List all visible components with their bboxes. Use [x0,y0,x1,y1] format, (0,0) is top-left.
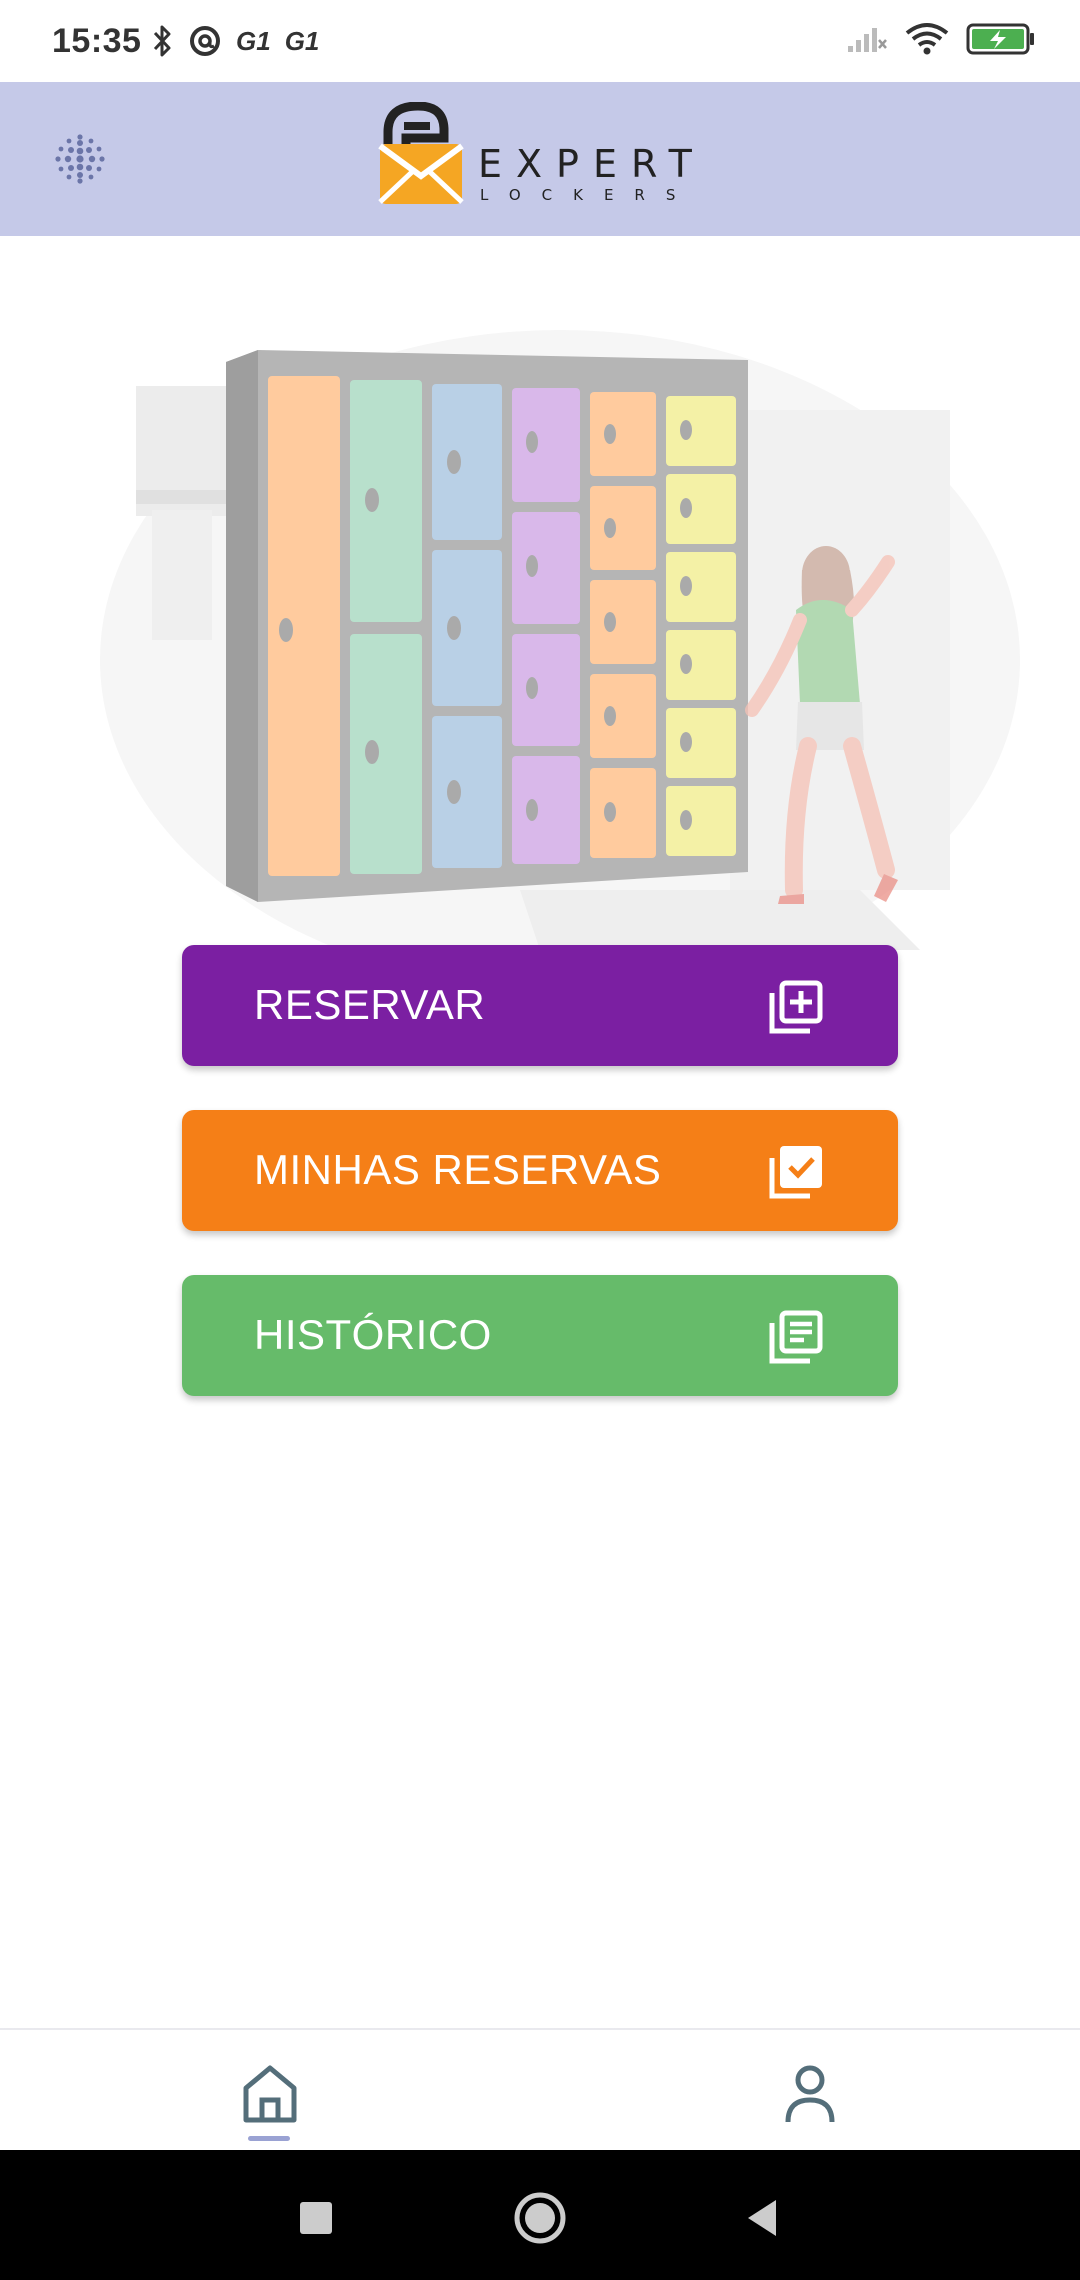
lockers-illustration [100,330,1020,950]
status-time: 15:35 [52,22,142,60]
minhas-reservas-button[interactable]: MINHAS RESERVAS [182,1110,898,1231]
home-icon[interactable] [230,2056,310,2128]
status-icons-left: G1 G1 [152,24,319,58]
carrier-label-2: G1 [284,25,320,56]
person-icon[interactable] [770,2056,850,2128]
bottom-navigation [0,2028,1080,2150]
check-library-icon [769,1146,822,1199]
reservar-button[interactable]: RESERVAR [182,945,898,1066]
historico-button[interactable]: HISTÓRICO [182,1275,898,1396]
app-header: EXPERT LOCKERS [0,82,1080,236]
vpn-icon [190,26,220,56]
signal-icon [848,28,887,52]
active-tab-indicator [248,2136,290,2141]
recents-icon[interactable] [288,2190,344,2246]
bluetooth-icon [153,25,171,57]
home-button-icon[interactable] [512,2190,568,2246]
carrier-label-1: G1 [236,25,271,56]
logo-word-expert: EXPERT [478,142,706,186]
system-navigation-bar [0,2150,1080,2280]
reservar-button-label: RESERVAR [254,981,486,1028]
status-icons-right [846,22,1036,56]
dots-grid-icon[interactable] [50,129,110,189]
back-icon[interactable] [736,2190,792,2246]
status-bar: 15:35 G1 G1 [0,0,1080,82]
list-library-icon [769,1310,823,1364]
logo-word-lockers: LOCKERS [480,186,697,204]
battery-charging-icon [966,23,1034,55]
historico-button-label: HISTÓRICO [254,1311,492,1358]
expert-lockers-logo: EXPERT LOCKERS [374,101,714,216]
minhas-reservas-button-label: MINHAS RESERVAS [254,1146,662,1193]
add-library-icon [769,980,823,1034]
wifi-icon [905,23,949,55]
logo-mark-icon [378,101,464,204]
